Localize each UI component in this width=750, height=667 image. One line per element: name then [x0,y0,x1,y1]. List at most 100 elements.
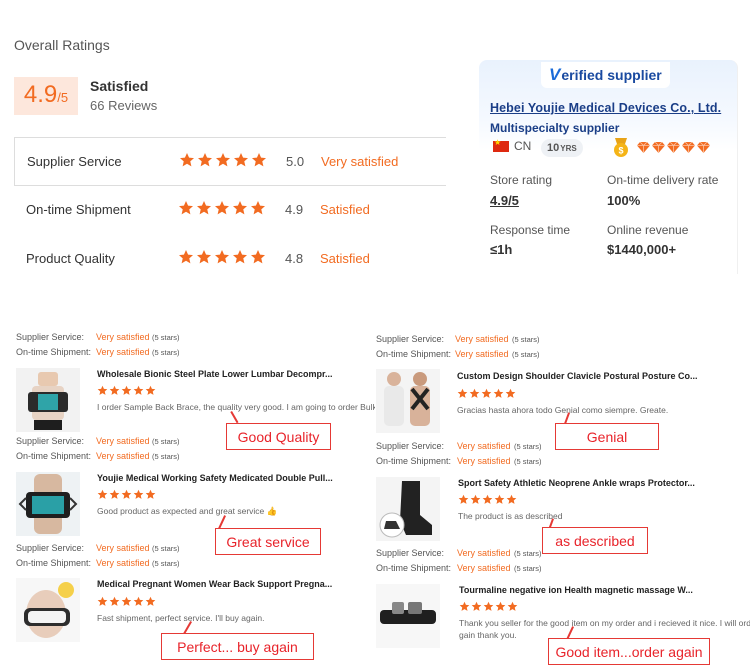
rating-stars [178,200,266,216]
rating-text: Very satisfied [321,154,399,169]
review-star-rating [97,596,156,607]
delivery-rate-label: On-time delivery rate [607,173,719,187]
star-icon [196,249,212,265]
star-icon [214,249,230,265]
supplier-type: Multispecialty supplier [490,121,620,135]
review-shipment-value: Very satisfied [96,347,150,357]
rating-label: Supplier Service [27,154,122,169]
overall-ratings-title: Overall Ratings [14,37,110,53]
response-time-value: ≤1h [490,242,513,257]
star-icon [481,388,492,399]
review-shipment-value: Very satisfied [457,563,511,573]
rating-stars [179,152,267,168]
review-service-label: Supplier Service: [376,548,445,558]
review-shipment-label: On-time Shipment: [16,558,92,568]
callout-pointer [218,515,226,529]
review-star-rating [458,494,517,505]
product-title-link[interactable]: Wholesale Bionic Steel Plate Lower Lumba… [97,369,333,379]
years-unit: YRS [560,143,577,153]
star-icon [507,601,518,612]
star-icon [506,494,517,505]
back-support-belt-image [16,472,80,536]
review-service-value: Very satisfied [96,436,150,446]
rating-row-supplier-service: Supplier Service 5.0 Very satisfied [14,137,446,186]
star-icon [482,494,493,505]
online-revenue-label: Online revenue [607,223,689,237]
star-icon [109,489,120,500]
supplier-country: CN [514,139,532,153]
callout-as-described: as described [542,527,648,554]
review-shipment-value: Very satisfied [96,451,150,461]
review-service-stars: (5 stars) [514,442,542,451]
star-icon [133,596,144,607]
review-text: Thank you seller for the good item on my… [459,618,750,628]
store-rating-value[interactable]: 4.9/5 [490,193,519,208]
star-icon [197,152,213,168]
review-star-rating [97,489,156,500]
star-icon [250,200,266,216]
review-service-value: Very satisfied [96,543,150,553]
star-icon [97,596,108,607]
supplier-years-badge: 10 YRS [541,139,583,157]
star-icon [233,152,249,168]
review-shipment-stars: (5 stars) [514,564,542,573]
response-time-label: Response time [490,223,571,237]
product-thumbnail[interactable] [376,369,440,433]
product-title-link[interactable]: Medical Pregnant Women Wear Back Support… [97,579,332,589]
product-thumbnail[interactable] [376,477,440,541]
review-service-stars: (5 stars) [514,549,542,558]
star-icon [458,494,469,505]
lumbar-brace-image [16,368,80,432]
review-shipment-label: On-time Shipment: [376,349,452,359]
star-icon [109,596,120,607]
rating-text: Satisfied [320,251,370,266]
star-icon [469,388,480,399]
review-shipment-stars: (5 stars) [514,457,542,466]
rating-stars [178,249,266,265]
star-icon [493,388,504,399]
star-icon [133,489,144,500]
rating-row-product-quality: Product Quality 4.8 Satisfied [14,235,446,284]
product-title-link[interactable]: Tourmaline negative ion Health magnetic … [459,585,693,595]
supplier-name-link[interactable]: Hebei Youjie Medical Devices Co., Ltd. [490,101,721,115]
maternity-belt-image [16,578,80,642]
review-service-value: Very satisfied [96,332,150,342]
star-icon [121,596,132,607]
rating-row-on-time-shipment: On-time Shipment 4.9 Satisfied [14,186,446,235]
product-thumbnail[interactable] [16,578,80,642]
store-rating-label: Store rating [490,173,553,187]
overall-score-max: /5 [57,90,69,105]
review-shipment-stars: (5 stars) [512,350,540,359]
review-service-stars: (5 stars) [152,333,180,342]
rating-label: On-time Shipment [26,202,131,217]
star-icon [214,200,230,216]
product-thumbnail[interactable] [376,584,440,648]
product-title-link[interactable]: Sport Safety Athletic Neoprene Ankle wra… [458,478,695,488]
star-icon [178,249,194,265]
product-thumbnail[interactable] [16,472,80,536]
callout-perfect-buy-again: Perfect... buy again [161,633,314,660]
product-title-link[interactable]: Youjie Medical Working Safety Medicated … [97,473,333,483]
ankle-support-image [376,477,440,541]
rating-label: Product Quality [26,251,115,266]
product-title-link[interactable]: Custom Design Shoulder Clavicle Postural… [457,371,698,381]
review-service-label: Supplier Service: [16,543,85,553]
overall-score: 4.9 [23,81,58,108]
review-star-rating [97,385,156,396]
star-icon [121,489,132,500]
review-shipment-label: On-time Shipment: [16,347,92,357]
online-revenue-value: $1440,000+ [607,242,677,257]
review-service-value: Very satisfied [457,441,511,451]
star-icon [483,601,494,612]
review-star-rating [457,388,516,399]
callout-good-item-order-again: Good item...order again [548,638,710,665]
star-icon [97,489,108,500]
review-shipment-label: On-time Shipment: [376,563,452,573]
review-service-value: Very satisfied [457,548,511,558]
review-service-stars: (5 stars) [152,437,180,446]
ratings-table: Supplier Service 5.0 Very satisfied On-t… [14,137,446,284]
callout-great-service: Great service [215,528,321,555]
product-thumbnail[interactable] [16,368,80,432]
diamond-level [637,142,710,153]
gold-medal-icon: $ [614,138,628,157]
